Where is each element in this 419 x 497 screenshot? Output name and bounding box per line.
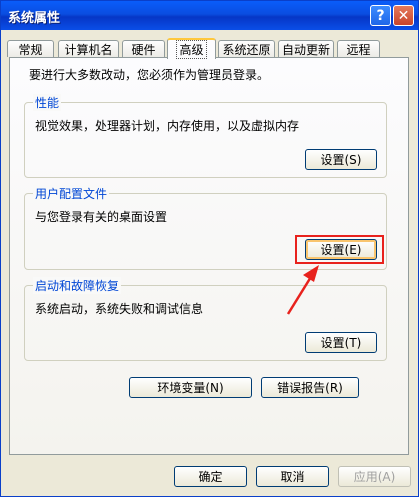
- annotation-arrow-icon: [286, 265, 319, 315]
- tab-advanced[interactable]: 高级: [167, 38, 216, 59]
- system-properties-window: 系统属性 ? ✕ 常规 计算机名 硬件 高级 系统还原 自动更新 远程 要进行大…: [0, 0, 419, 497]
